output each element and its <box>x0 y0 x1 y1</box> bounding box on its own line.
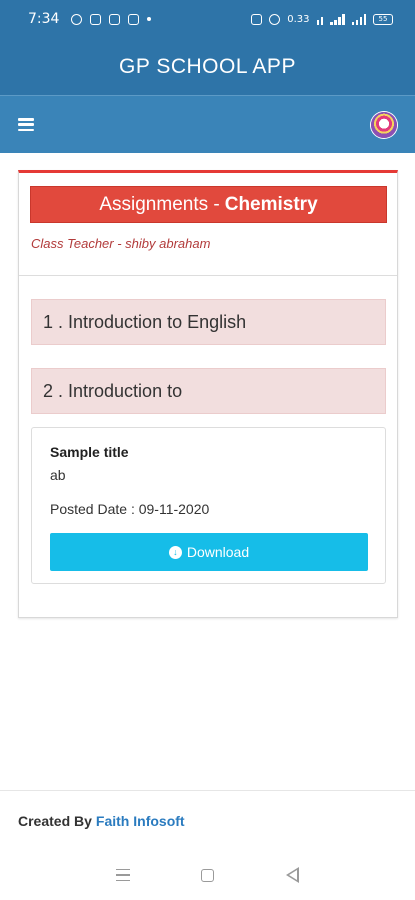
hamburger-icon[interactable] <box>18 118 34 131</box>
status-right-group: 0.33 55 <box>251 13 393 25</box>
vibrate-icon <box>251 13 263 25</box>
status-bar: 7:34 0.33 55 <box>0 0 415 38</box>
signal-icon-2 <box>351 13 366 25</box>
system-nav-bar <box>0 850 415 900</box>
assignment-item[interactable]: 2 . Introduction to <box>31 368 386 414</box>
menu-lines-icon <box>115 868 130 882</box>
status-left-group: 7:34 <box>28 11 251 27</box>
assignments-heading: Assignments - Chemistry <box>30 186 387 223</box>
instagram-icon <box>128 13 140 25</box>
subject-name: Chemistry <box>224 193 318 215</box>
assignment-title: Sample title <box>50 444 129 460</box>
app-title-bar: GP SCHOOL APP <box>0 38 415 95</box>
square-icon <box>201 868 214 882</box>
class-teacher-label: Class Teacher - shiby abraham <box>31 236 211 251</box>
created-by-label: Created By <box>18 812 92 829</box>
recent-apps-button[interactable] <box>113 865 133 885</box>
signal-icon <box>330 13 345 25</box>
download-button[interactable]: ↓ Download <box>50 533 368 571</box>
posted-date: Posted Date : 09-11-2020 <box>50 501 210 517</box>
company-link[interactable]: Faith Infosoft <box>96 813 185 829</box>
assignment-description: ab <box>50 467 66 483</box>
back-triangle-icon <box>286 867 299 883</box>
data-speed-text: 0.33 <box>287 13 310 25</box>
battery-icon: 55 <box>373 13 393 25</box>
nav-bar <box>0 95 415 153</box>
school-logo-icon[interactable] <box>371 111 397 138</box>
status-time: 7:34 <box>28 11 60 27</box>
home-button[interactable] <box>198 865 218 885</box>
mail-icon <box>90 13 102 25</box>
more-dot-icon <box>147 17 152 21</box>
footer: Created By Faith Infosoft <box>0 790 415 850</box>
app-title: GP SCHOOL APP <box>119 54 296 78</box>
whatsapp-icon <box>71 13 83 25</box>
download-circle-icon: ↓ <box>168 545 182 559</box>
divider <box>19 275 397 276</box>
assignment-item[interactable]: 1 . Introduction to English <box>31 299 386 345</box>
back-button[interactable] <box>283 865 303 885</box>
photo-icon <box>109 13 121 25</box>
assignment-detail-card: Sample title ab Posted Date : 09-11-2020… <box>31 427 386 584</box>
download-label: Download <box>186 544 250 560</box>
volte-icon <box>316 14 323 25</box>
assignments-panel: Assignments - Chemistry Class Teacher - … <box>18 170 398 618</box>
alarm-icon <box>269 13 281 25</box>
heading-prefix: Assignments - <box>99 193 220 215</box>
